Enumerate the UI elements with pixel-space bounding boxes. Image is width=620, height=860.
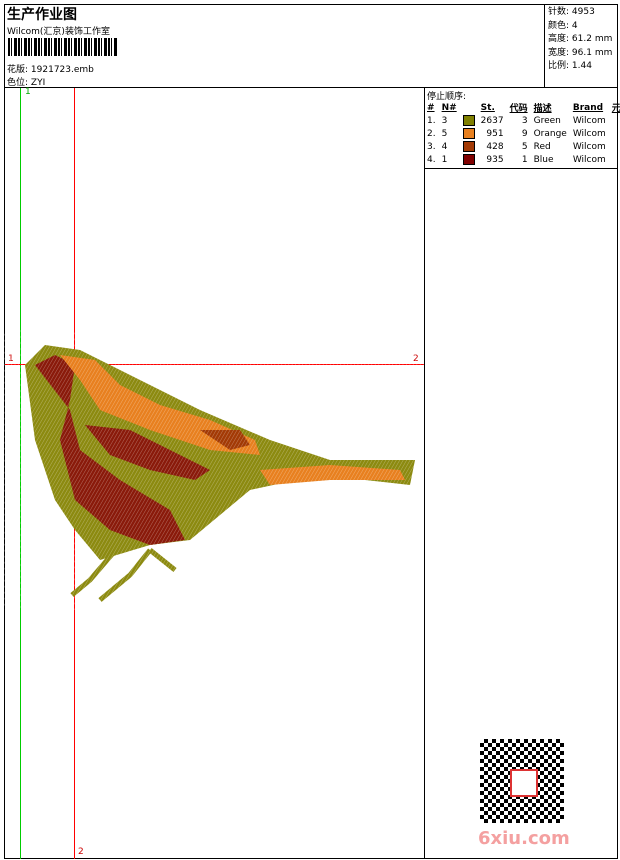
production-sheet: 生产作业图 Wilcom(汇京)装饰工作室 花版: 1921723.emb 色位… [0, 0, 620, 860]
color-swatch [462, 128, 475, 139]
stat-width: 宽度: 96.1 mm [548, 47, 613, 58]
page-title: 生产作业图 [7, 7, 77, 23]
stat-height: 高度: 61.2 mm [548, 34, 613, 44]
red-bottom-label: 2 [78, 847, 84, 857]
bird-embroidery-image [0, 330, 424, 610]
stats-list: 针数: 4953 颜色: 4 高度: 61.2 mm 宽度: 96.1 mm 比… [548, 6, 612, 74]
stat-stitches: 针数: 4953 [548, 7, 595, 17]
color-swatch [462, 141, 475, 152]
table-row: 4. 1 935 1 Blue Wilcom [427, 154, 606, 165]
design-label: 花版: [7, 65, 29, 75]
colorway-value: ZYI [30, 78, 46, 88]
green-guide-label: 1 [25, 87, 31, 97]
seal-logo [510, 769, 538, 797]
color-swatch [462, 115, 475, 126]
barcode [8, 38, 118, 56]
design-file: 1921723.emb [30, 65, 94, 75]
qr-code [480, 739, 564, 823]
company-name: Wilcom(汇京)装饰工作室 [7, 27, 110, 37]
table-header: # N# St. 代码 描述 Brand 元素 [427, 102, 620, 115]
stat-scale: 比例: 1.44 [548, 61, 592, 71]
stat-colors: 颜色: 4 [548, 20, 578, 31]
table-row: 1. 3 2637 3 Green Wilcom [427, 115, 606, 126]
table-row: 2. 5 951 9 Orange Wilcom [427, 128, 606, 139]
stop-sequence-table: # N# St. 代码 描述 Brand 元素 1.3 26373 GreenW… [424, 101, 620, 166]
color-swatch [462, 154, 475, 165]
table-row: 3. 4 428 5 Red Wilcom [427, 141, 606, 152]
watermark: 6xiu.com [478, 828, 570, 849]
